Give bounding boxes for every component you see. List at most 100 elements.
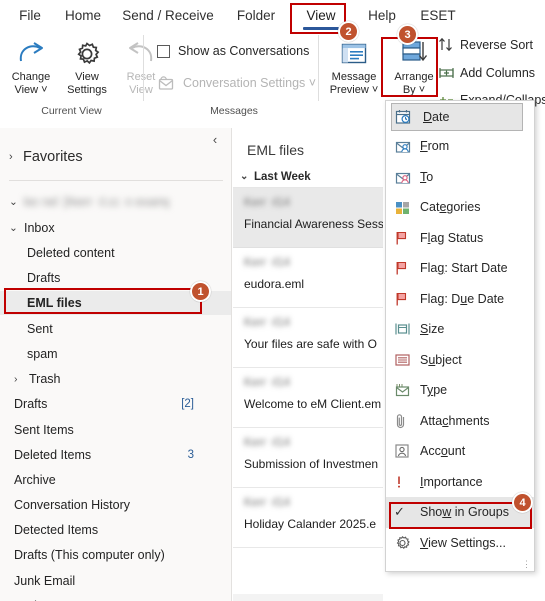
sidebar-item-account[interactable]: ⌄ kernel@kernel.com example…: [0, 190, 231, 214]
message-subject: eudora.eml: [244, 277, 305, 291]
ribbon-tab-bar: File Home Send / Receive Folder View Hel…: [0, 0, 545, 31]
menu-item-importance[interactable]: Importance: [386, 467, 534, 498]
message-preview-button[interactable]: Message Preview ˅: [325, 37, 383, 96]
menu-item-categories[interactable]: Categories: [386, 192, 534, 223]
show-as-conversations-row[interactable]: Show as Conversations: [157, 44, 309, 58]
outlook-window: File Home Send / Receive Folder View Hel…: [0, 0, 545, 601]
menu-item-view-settings[interactable]: View Settings...: [386, 528, 534, 559]
horizontal-scrollbar[interactable]: [233, 594, 383, 601]
sidebar-item-archive[interactable]: Archive: [0, 468, 231, 492]
sidebar-item-detected-items[interactable]: Detected Items: [0, 518, 231, 542]
menu-item-size-label: Size: [420, 322, 445, 337]
chevron-down-icon: ⌄: [9, 196, 18, 208]
message-sender: Kernel14: [244, 437, 377, 450]
sidebar-item-drafts-local-label: Drafts (This computer only): [14, 548, 165, 562]
sidebar-item-sent[interactable]: Sent: [0, 317, 231, 341]
message-sender: Kernel14: [244, 497, 377, 510]
sidebar-item-spam[interactable]: spam: [0, 342, 231, 366]
conversation-settings-row[interactable]: Conversation Settings ˅: [157, 75, 316, 91]
sidebar-item-sent-label: Sent: [27, 322, 53, 336]
menu-item-type[interactable]: Type: [386, 375, 534, 406]
sidebar-item-junk-email-label: Junk Email: [14, 574, 76, 588]
tab-eset-label: ESET: [420, 8, 456, 23]
nav-divider: [9, 180, 223, 181]
checkmark-icon: ✓: [394, 504, 405, 520]
arrange-by-button[interactable]: Arrange By ˅: [385, 37, 443, 96]
message-group-header-last-week[interactable]: ⌄ Last Week: [233, 166, 383, 188]
conversation-settings-icon: [157, 75, 177, 91]
sidebar-item-sent-items[interactable]: Sent Items: [0, 418, 231, 442]
sidebar-item-detected-items-label: Detected Items: [14, 523, 99, 537]
type-icon: [394, 382, 418, 398]
sidebar-item-outbox[interactable]: Outbox: [0, 594, 231, 601]
menu-item-account[interactable]: Account: [386, 436, 534, 467]
change-view-button[interactable]: Change View ˅: [2, 37, 60, 96]
reverse-sort-button[interactable]: Reverse Sort: [437, 37, 533, 52]
sidebar-item-junk-email[interactable]: Junk Email: [0, 569, 231, 593]
sidebar-item-drafts-label: Drafts: [14, 397, 48, 411]
menu-item-flag-start-date[interactable]: Flag: Start Date: [386, 253, 534, 284]
group-label-messages: Messages: [210, 105, 258, 117]
menu-item-flag-due-date[interactable]: Flag: Due Date: [386, 284, 534, 315]
menu-item-from[interactable]: From: [386, 131, 534, 162]
menu-item-type-label: Type: [420, 383, 448, 398]
message-list-item[interactable]: Kernel14 eudora.eml: [233, 248, 383, 308]
date-icon: [395, 109, 421, 125]
sidebar-item-deleted-items[interactable]: Deleted Items 3: [0, 443, 231, 467]
menu-item-from-label: From: [420, 139, 450, 154]
message-group-header-label: Last Week: [254, 170, 311, 183]
sidebar-item-conversation-history-label: Conversation History: [14, 498, 131, 512]
tab-view-label: View: [306, 8, 336, 23]
add-columns-button[interactable]: Add Columns: [437, 65, 535, 80]
sidebar-item-drafts-local[interactable]: Drafts (This computer only): [0, 543, 231, 567]
message-list-item[interactable]: Kernel14 Welcome to eM Client.em: [233, 368, 383, 428]
menu-item-attachments[interactable]: Attachments: [386, 406, 534, 437]
to-icon: [394, 169, 418, 185]
from-icon: [394, 138, 418, 154]
message-list-item[interactable]: Kernel14 Financial Awareness Sess: [233, 188, 383, 248]
sidebar-item-inbox[interactable]: ⌄ Inbox: [0, 216, 231, 240]
message-sender: Kernel14: [244, 377, 377, 390]
favorites-header[interactable]: › Favorites: [0, 144, 231, 170]
sidebar-item-spam-label: spam: [27, 347, 58, 361]
sidebar-item-drafts[interactable]: Drafts [2]: [0, 392, 231, 416]
menu-item-date[interactable]: Date: [391, 103, 523, 131]
menu-item-size[interactable]: Size: [386, 314, 534, 345]
tab-send-receive[interactable]: Send / Receive: [114, 0, 222, 31]
arrange-by-label2: By ˅: [402, 83, 426, 96]
tab-view-active-underline: [303, 27, 339, 30]
sidebar-item-deleted-content[interactable]: Deleted content: [0, 241, 231, 265]
message-list-item[interactable]: Kernel14 Your files are safe with O: [233, 308, 383, 368]
tab-home[interactable]: Home: [58, 0, 108, 31]
menu-item-subject[interactable]: Subject: [386, 345, 534, 376]
tab-help[interactable]: Help: [360, 0, 404, 31]
message-list-item[interactable]: Kernel14 Holiday Calander 2025.e: [233, 488, 383, 548]
size-icon: [394, 321, 418, 337]
view-settings-label2: Settings: [67, 83, 107, 96]
sidebar-item-conversation-history[interactable]: Conversation History: [0, 493, 231, 517]
change-view-label2: View ˅: [14, 83, 48, 96]
tab-folder[interactable]: Folder: [228, 0, 284, 31]
tab-help-label: Help: [368, 8, 396, 23]
view-settings-button[interactable]: View Settings: [58, 37, 116, 96]
message-preview-label1: Message: [331, 71, 377, 83]
menu-resize-grip[interactable]: ⋮: [522, 560, 531, 569]
show-as-conversations-checkbox[interactable]: [157, 44, 170, 58]
message-sender: Kernel14: [244, 257, 377, 270]
message-subject: Your files are safe with O: [244, 337, 377, 351]
message-preview-label2: Preview ˅: [329, 83, 379, 96]
importance-icon: [394, 474, 418, 490]
message-subject: Submission of Investmen: [244, 457, 379, 471]
tab-folder-label: Folder: [236, 8, 276, 23]
menu-item-flag-status[interactable]: Flag Status: [386, 223, 534, 254]
message-list-item[interactable]: Kernel14 Submission of Investmen: [233, 428, 383, 488]
message-subject: Welcome to eM Client.em: [244, 397, 382, 411]
conversation-settings-label: Conversation Settings ˅: [183, 76, 317, 90]
flag-icon: [394, 260, 418, 276]
menu-item-to[interactable]: To: [386, 162, 534, 193]
add-columns-label: Add Columns: [460, 65, 536, 80]
tab-file[interactable]: File: [10, 0, 50, 31]
menu-item-attachments-label: Attachments: [420, 413, 490, 428]
tab-eset[interactable]: ESET: [414, 0, 462, 31]
sidebar-item-trash[interactable]: › Trash: [0, 367, 231, 391]
